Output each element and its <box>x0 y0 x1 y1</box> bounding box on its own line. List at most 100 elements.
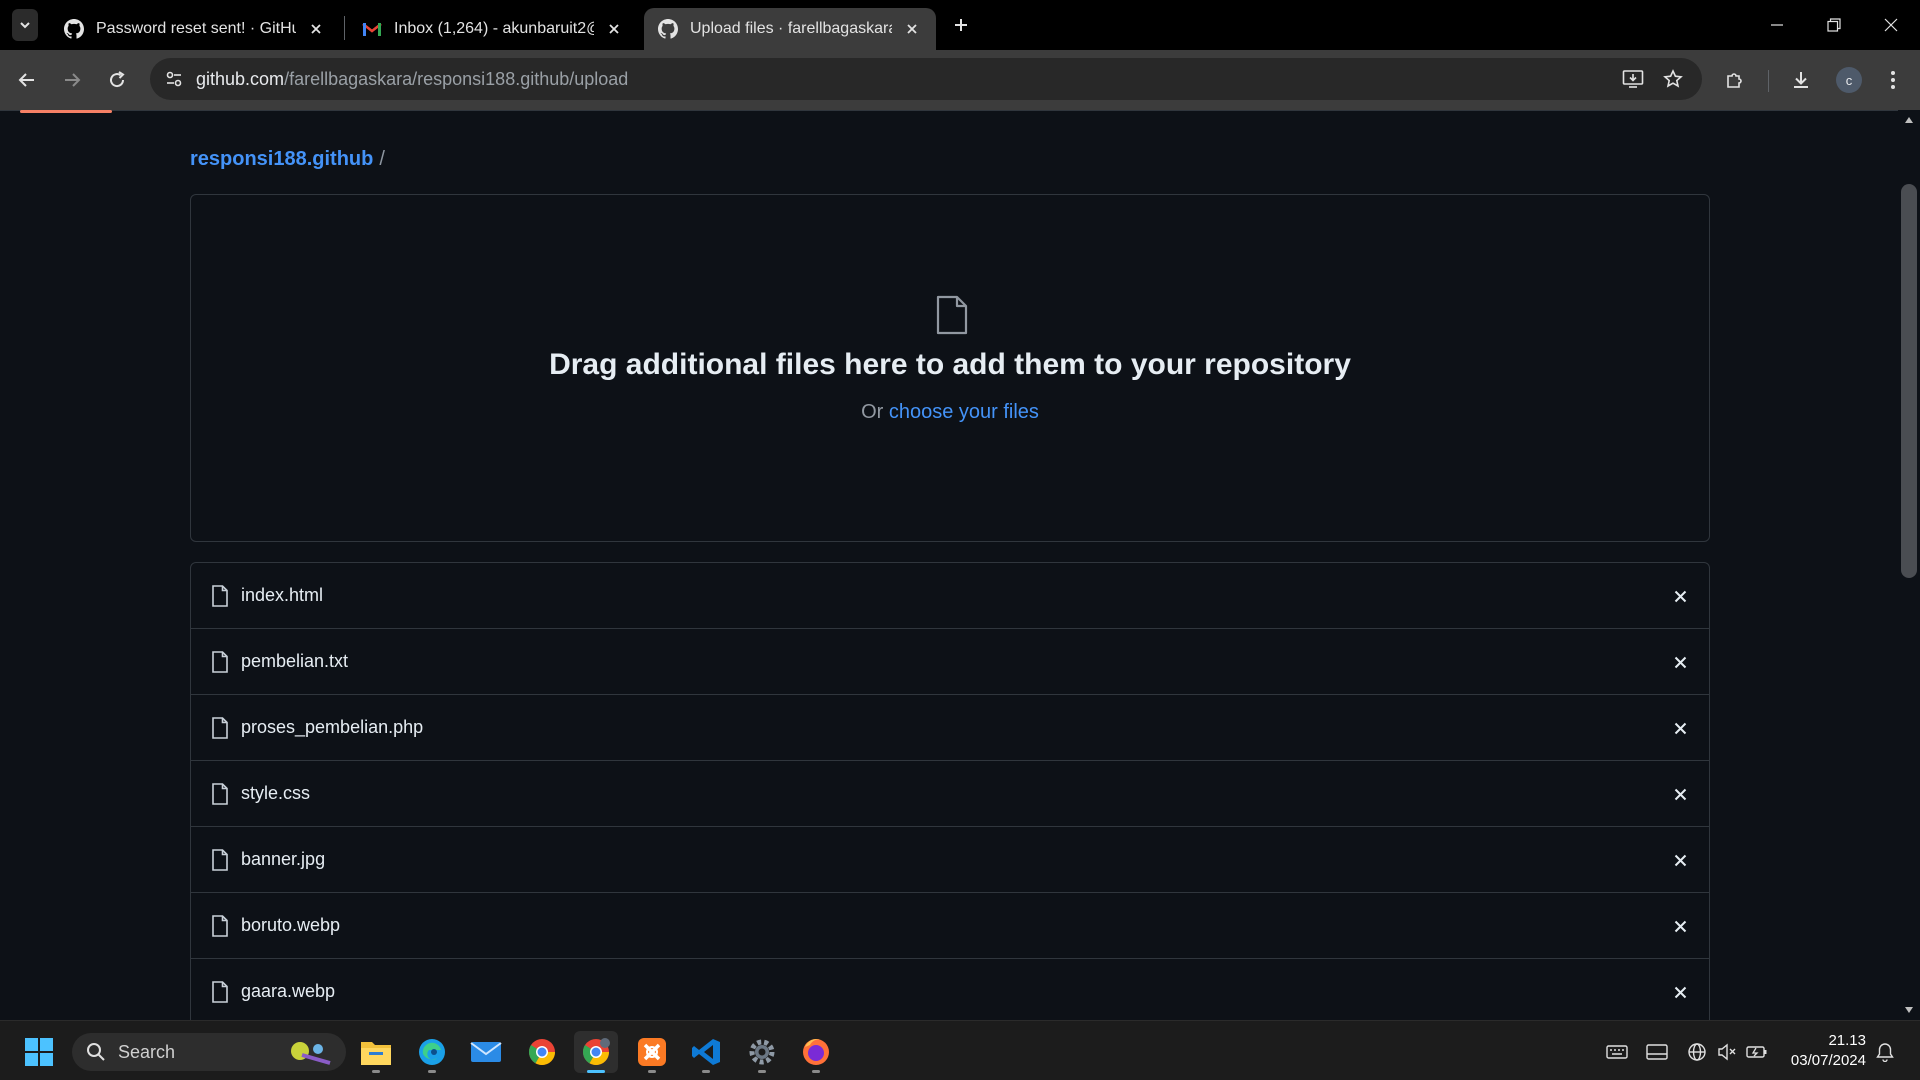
file-icon <box>212 915 228 937</box>
chevron-down-icon <box>20 22 30 29</box>
bell-icon <box>1876 1043 1894 1062</box>
file-icon <box>212 717 228 739</box>
file-dropzone[interactable]: Drag additional files here to add them t… <box>190 194 1710 542</box>
remove-file-button[interactable] <box>1667 715 1693 741</box>
battery-button[interactable] <box>1746 1041 1768 1063</box>
chrome-icon <box>528 1039 556 1066</box>
taskbar-chrome[interactable] <box>520 1031 564 1073</box>
close-tab-button[interactable] <box>306 19 326 39</box>
pen-menu-button[interactable] <box>1646 1041 1668 1063</box>
toolbar-divider <box>1768 70 1769 92</box>
running-indicator <box>702 1070 710 1073</box>
tab-upload-files[interactable]: Upload files · farellbagaskara/responsi1… <box>644 8 936 50</box>
tab-title: Password reset sent! · GitHub <box>96 20 296 37</box>
browser-menu-button[interactable] <box>1878 65 1908 95</box>
active-nav-underline <box>20 110 112 113</box>
xampp-icon <box>638 1038 666 1066</box>
tab-strip: Password reset sent! · GitHub Inbox (1,2… <box>0 0 1920 50</box>
profile-avatar[interactable]: c <box>1836 67 1862 93</box>
network-button[interactable] <box>1686 1041 1708 1063</box>
site-info-button[interactable] <box>160 65 188 93</box>
github-icon <box>64 19 84 39</box>
minimize-button[interactable] <box>1748 0 1806 50</box>
taskbar-chrome-profile[interactable] <box>574 1031 618 1073</box>
close-icon <box>907 24 917 34</box>
page-scrollbar[interactable] <box>1898 110 1920 1020</box>
taskbar-vscode[interactable] <box>684 1031 728 1073</box>
taskbar-edge[interactable] <box>410 1031 454 1073</box>
scroll-down-button[interactable] <box>1903 1004 1915 1016</box>
running-indicator <box>587 1070 605 1073</box>
url-path: /farellbagaskara/responsi188.github/uplo… <box>284 69 629 89</box>
remove-file-button[interactable] <box>1667 781 1693 807</box>
tab-separator <box>344 16 345 40</box>
windows-start-icon[interactable] <box>24 1037 54 1067</box>
scroll-up-button[interactable] <box>1903 114 1915 126</box>
plus-icon <box>955 19 967 31</box>
url-text[interactable]: github.com/farellbagaskara/responsi188.g… <box>196 69 628 90</box>
remove-file-button[interactable] <box>1667 847 1693 873</box>
remove-file-button[interactable] <box>1667 583 1693 609</box>
taskbar-mail[interactable] <box>464 1031 508 1073</box>
new-tab-button[interactable] <box>948 12 974 38</box>
install-app-button[interactable] <box>1620 66 1646 92</box>
close-icon <box>1674 854 1686 866</box>
url-host: github.com <box>196 69 285 89</box>
taskbar-clock[interactable]: 21.13 03/07/2024 <box>1770 1031 1866 1071</box>
close-icon <box>1674 656 1686 668</box>
taskbar-firefox[interactable] <box>794 1031 838 1073</box>
taskbar-xampp[interactable] <box>630 1031 674 1073</box>
tab-password-reset[interactable]: Password reset sent! · GitHub <box>50 8 340 50</box>
star-icon <box>1663 69 1683 88</box>
taskbar-settings[interactable] <box>740 1031 784 1073</box>
breadcrumb-repo-link[interactable]: responsi188.github <box>190 148 373 170</box>
battery-charging-icon <box>1746 1046 1767 1058</box>
file-icon <box>212 651 228 673</box>
extensions-button[interactable] <box>1720 65 1750 95</box>
restore-button[interactable] <box>1805 0 1863 50</box>
taskbar-file-explorer[interactable] <box>354 1031 398 1073</box>
scrollbar-thumb[interactable] <box>1901 184 1917 578</box>
remove-file-button[interactable] <box>1667 913 1693 939</box>
search-highlight-icon <box>291 1042 331 1065</box>
tablet-icon <box>1646 1044 1668 1060</box>
minimize-icon <box>1771 24 1783 26</box>
taskbar-search[interactable]: Search <box>72 1033 346 1071</box>
file-name: pembelian.txt <box>241 651 349 671</box>
arrow-right-icon <box>65 73 81 87</box>
close-window-button[interactable] <box>1862 0 1920 50</box>
header-border <box>0 110 1898 111</box>
bookmark-button[interactable] <box>1660 66 1686 92</box>
file-name: style.css <box>241 783 311 803</box>
file-row: proses_pembelian.php <box>191 695 1709 761</box>
tab-title: Inbox (1,264) - akunbaruit2@gmail.com <box>394 20 594 37</box>
back-button[interactable] <box>12 65 42 95</box>
touch-keyboard-button[interactable] <box>1606 1041 1628 1063</box>
close-tab-button[interactable] <box>604 19 624 39</box>
tab-gmail-inbox[interactable]: Inbox (1,264) - akunbaruit2@gmail.com <box>348 8 638 50</box>
close-icon <box>1884 18 1898 32</box>
notifications-button[interactable] <box>1874 1041 1896 1063</box>
close-icon <box>1674 986 1686 998</box>
file-name: proses_pembelian.php <box>241 717 424 737</box>
remove-file-button[interactable] <box>1667 649 1693 675</box>
address-bar[interactable]: github.com/farellbagaskara/responsi188.g… <box>150 58 1702 100</box>
file-row: boruto.webp <box>191 893 1709 959</box>
tab-title: Upload files · farellbagaskara/responsi1… <box>690 20 892 37</box>
downloads-button[interactable] <box>1786 65 1816 95</box>
remove-file-button[interactable] <box>1667 979 1693 1005</box>
forward-button[interactable] <box>57 65 87 95</box>
browser-toolbar: github.com/farellbagaskara/responsi188.g… <box>0 50 1920 110</box>
file-icon <box>212 981 228 1003</box>
close-tab-button[interactable] <box>902 19 922 39</box>
choose-files-link[interactable]: choose your files <box>889 401 1039 423</box>
tab-search-button[interactable] <box>12 9 38 41</box>
file-icon <box>212 849 228 871</box>
running-indicator <box>372 1070 380 1073</box>
volume-button[interactable] <box>1716 1041 1738 1063</box>
reload-icon <box>110 71 125 88</box>
reload-button[interactable] <box>102 65 132 95</box>
download-icon <box>1794 72 1808 88</box>
triangle-up-icon <box>1905 117 1913 123</box>
dropzone-title: Drag additional files here to add them t… <box>549 348 1351 381</box>
